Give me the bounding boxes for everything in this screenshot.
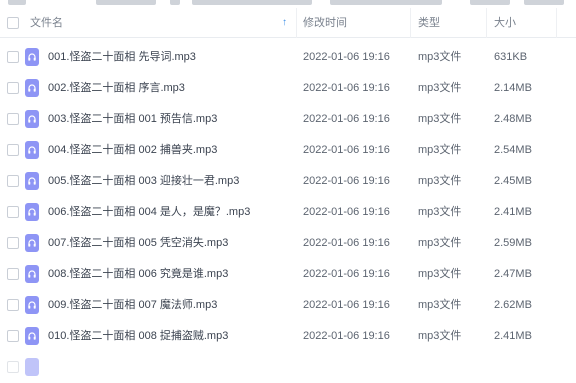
row-checkbox[interactable] <box>7 330 19 342</box>
table-row[interactable]: 002.怪盗二十面相 序言.mp3 2022-01-06 19:16 mp3文件 2.… <box>0 73 576 104</box>
select-all-checkbox[interactable] <box>7 17 19 29</box>
row-checkbox[interactable] <box>7 51 19 63</box>
audio-file-icon <box>25 327 39 345</box>
breadcrumb <box>0 0 576 6</box>
file-modified-time: 2022-01-06 19:16 <box>303 330 390 342</box>
file-modified-time: 2022-01-06 19:16 <box>303 51 390 63</box>
file-modified-time: 2022-01-06 19:16 <box>303 299 390 311</box>
file-size: 2.62MB <box>494 299 532 311</box>
file-size: 2.41MB <box>494 330 532 342</box>
row-checkbox[interactable] <box>7 144 19 156</box>
column-header-name[interactable]: 文件名 <box>30 8 63 38</box>
row-checkbox[interactable] <box>7 268 19 280</box>
file-modified-time: 2022-01-06 19:16 <box>303 268 390 280</box>
audio-file-icon <box>25 48 39 66</box>
file-name[interactable]: 010.怪盗二十面相 008 捉捕盗贼.mp3 <box>48 321 228 352</box>
file-size: 631KB <box>494 51 528 63</box>
file-name[interactable]: 008.怪盗二十面相 006 究竟是谁.mp3 <box>48 259 228 290</box>
file-size: 2.59MB <box>494 237 532 249</box>
column-header-size[interactable]: 大小 <box>494 8 516 38</box>
file-type: mp3文件 <box>418 51 462 63</box>
table-row[interactable] <box>0 352 576 383</box>
column-divider[interactable] <box>296 8 297 38</box>
audio-file-icon <box>25 141 39 159</box>
file-size: 2.14MB <box>494 82 532 94</box>
file-list-header: 文件名 ↑ 修改时间 类型 大小 <box>0 8 576 38</box>
column-divider[interactable] <box>410 8 411 38</box>
file-type: mp3文件 <box>418 237 462 249</box>
file-name[interactable]: 009.怪盗二十面相 007 魔法师.mp3 <box>48 290 217 321</box>
file-type: mp3文件 <box>418 175 462 187</box>
column-divider[interactable] <box>556 8 557 38</box>
table-row[interactable]: 007.怪盗二十面相 005 凭空消失.mp3 2022-01-06 19:16 m… <box>0 228 576 259</box>
file-modified-time: 2022-01-06 19:16 <box>303 144 390 156</box>
table-row[interactable]: 004.怪盗二十面相 002 捕兽夹.mp3 2022-01-06 19:16 mp… <box>0 135 576 166</box>
file-name[interactable]: 006.怪盗二十面相 004 是人，是魔？.mp3 <box>48 197 250 228</box>
table-row[interactable]: 009.怪盗二十面相 007 魔法师.mp3 2022-01-06 19:16 mp… <box>0 290 576 321</box>
audio-file-icon <box>25 79 39 97</box>
audio-file-icon <box>25 296 39 314</box>
file-name[interactable]: 001.怪盗二十面相 先导词.mp3 <box>48 42 196 73</box>
file-name[interactable]: 004.怪盗二十面相 002 捕兽夹.mp3 <box>48 135 217 166</box>
row-checkbox[interactable] <box>7 175 19 187</box>
file-name[interactable]: 002.怪盗二十面相 序言.mp3 <box>48 73 185 104</box>
audio-file-icon <box>25 265 39 283</box>
file-modified-time: 2022-01-06 19:16 <box>303 206 390 218</box>
row-checkbox[interactable] <box>7 82 19 94</box>
file-size: 2.54MB <box>494 144 532 156</box>
file-size: 2.45MB <box>494 175 532 187</box>
row-checkbox[interactable] <box>7 361 19 373</box>
audio-file-icon <box>25 234 39 252</box>
column-divider[interactable] <box>486 8 487 38</box>
audio-file-icon <box>25 203 39 221</box>
table-row[interactable]: 003.怪盗二十面相 001 预告信.mp3 2022-01-06 19:16 mp… <box>0 104 576 135</box>
file-size: 2.47MB <box>494 268 532 280</box>
row-checkbox[interactable] <box>7 237 19 249</box>
table-row[interactable]: 006.怪盗二十面相 004 是人，是魔？.mp3 2022-01-06 19:1… <box>0 197 576 228</box>
file-name[interactable]: 005.怪盗二十面相 003 迎接壮一君.mp3 <box>48 166 239 197</box>
file-type: mp3文件 <box>418 113 462 125</box>
file-type: mp3文件 <box>418 299 462 311</box>
column-header-type[interactable]: 类型 <box>418 8 440 38</box>
file-name[interactable]: 003.怪盗二十面相 001 预告信.mp3 <box>48 104 217 135</box>
sort-ascending-icon[interactable]: ↑ <box>282 8 287 38</box>
file-type: mp3文件 <box>418 206 462 218</box>
row-checkbox[interactable] <box>7 113 19 125</box>
file-type: mp3文件 <box>418 82 462 94</box>
file-modified-time: 2022-01-06 19:16 <box>303 113 390 125</box>
file-type: mp3文件 <box>418 268 462 280</box>
table-row[interactable]: 001.怪盗二十面相 先导词.mp3 2022-01-06 19:16 mp3文件 6… <box>0 42 576 73</box>
file-size: 2.48MB <box>494 113 532 125</box>
file-modified-time: 2022-01-06 19:16 <box>303 237 390 249</box>
file-type: mp3文件 <box>418 144 462 156</box>
audio-file-icon <box>25 358 39 376</box>
column-header-modified[interactable]: 修改时间 <box>303 8 347 38</box>
file-modified-time: 2022-01-06 19:16 <box>303 82 390 94</box>
file-type: mp3文件 <box>418 330 462 342</box>
row-checkbox[interactable] <box>7 299 19 311</box>
file-size: 2.41MB <box>494 206 532 218</box>
audio-file-icon <box>25 172 39 190</box>
file-name[interactable]: 007.怪盗二十面相 005 凭空消失.mp3 <box>48 228 228 259</box>
table-row[interactable]: 008.怪盗二十面相 006 究竟是谁.mp3 2022-01-06 19:16 m… <box>0 259 576 290</box>
audio-file-icon <box>25 110 39 128</box>
table-row[interactable]: 005.怪盗二十面相 003 迎接壮一君.mp3 2022-01-06 19:16… <box>0 166 576 197</box>
file-modified-time: 2022-01-06 19:16 <box>303 175 390 187</box>
table-row[interactable]: 010.怪盗二十面相 008 捉捕盗贼.mp3 2022-01-06 19:16 m… <box>0 321 576 352</box>
row-checkbox[interactable] <box>7 206 19 218</box>
